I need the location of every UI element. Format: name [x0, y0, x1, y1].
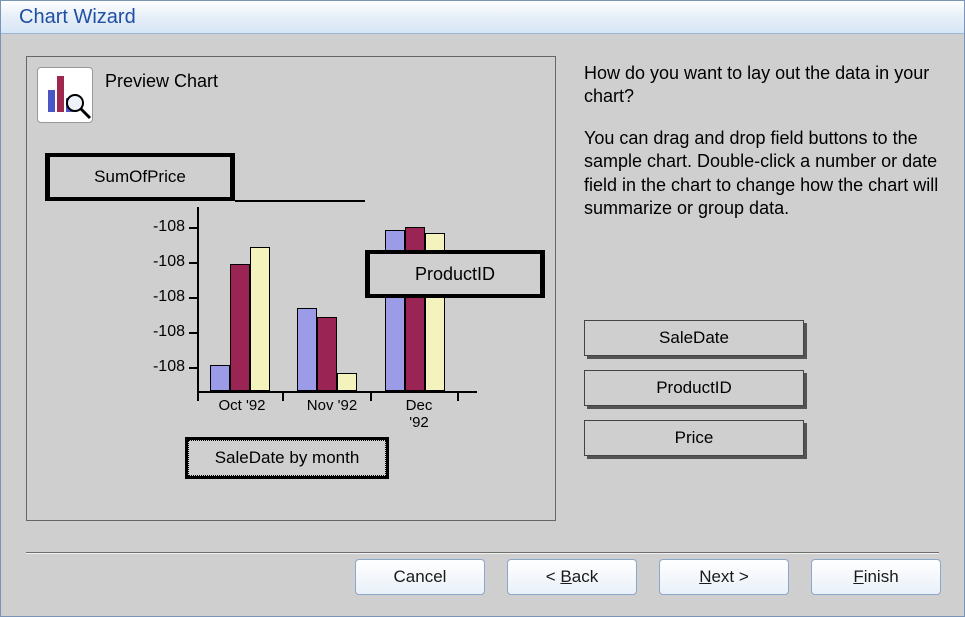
- y-axis: [197, 207, 199, 392]
- series-drop-target[interactable]: ProductID: [365, 250, 545, 298]
- titlebar: Chart Wizard: [1, 1, 964, 34]
- field-button-saledate[interactable]: SaleDate: [584, 320, 804, 356]
- instruction-heading: How do you want to lay out the data in y…: [584, 62, 944, 109]
- x-axis-field-label: SaleDate by month: [188, 440, 386, 476]
- field-button-productid[interactable]: ProductID: [584, 370, 804, 406]
- sample-chart: -108 -108 -108 -108 -108 Oct '92: [127, 207, 427, 417]
- instruction-pane: How do you want to lay out the data in y…: [584, 62, 944, 470]
- available-fields: SaleDate ProductID Price: [584, 320, 944, 456]
- y-tick-label: -108: [137, 288, 185, 306]
- x-tick-label: Oct '92: [218, 397, 265, 414]
- y-tick-label: -108: [137, 358, 185, 376]
- x-axis-drop-target[interactable]: SaleDate by month: [185, 437, 389, 479]
- bar: [230, 264, 250, 391]
- x-tick-label: Dec '92: [406, 397, 433, 431]
- bar: [250, 247, 270, 391]
- preview-title: Preview Chart: [105, 71, 218, 92]
- button-label: Cancel: [394, 567, 447, 587]
- x-tick-label: Nov '92: [307, 397, 357, 414]
- back-button[interactable]: < Back: [507, 559, 637, 595]
- window-title: Chart Wizard: [19, 6, 136, 29]
- finish-button[interactable]: Finish: [811, 559, 941, 595]
- y-tick-label: -108: [137, 218, 185, 236]
- field-button-label: Price: [675, 428, 714, 448]
- magnifier-icon: [64, 92, 92, 120]
- button-label: Next >: [699, 567, 749, 587]
- field-button-price[interactable]: Price: [584, 420, 804, 456]
- wizard-buttons: Cancel < Back Next > Finish: [2, 559, 941, 595]
- field-button-label: SaleDate: [659, 328, 729, 348]
- x-axis: [197, 391, 477, 393]
- instruction-body: You can drag and drop field buttons to t…: [584, 127, 944, 221]
- y-tick-label: -108: [137, 323, 185, 341]
- series-field-label: ProductID: [369, 253, 541, 295]
- separator: [26, 552, 939, 554]
- y-axis-drop-target[interactable]: SumOfPrice: [45, 153, 235, 201]
- button-label: < Back: [546, 567, 598, 587]
- y-token-rule: [235, 200, 365, 202]
- y-axis-field-label: SumOfPrice: [49, 156, 231, 198]
- next-button[interactable]: Next >: [659, 559, 789, 595]
- field-button-label: ProductID: [656, 378, 732, 398]
- button-label: Finish: [853, 567, 898, 587]
- bar: [210, 365, 230, 391]
- wizard-window: Chart Wizard Preview Chart SumOfPrice: [0, 0, 965, 617]
- preview-chart-icon: [37, 67, 93, 123]
- y-tick-label: -108: [137, 253, 185, 271]
- bar: [317, 317, 337, 391]
- bar: [337, 373, 357, 391]
- cancel-button[interactable]: Cancel: [355, 559, 485, 595]
- content-area: Preview Chart SumOfPrice -108 -108 -108 …: [2, 34, 963, 615]
- bar: [297, 308, 317, 391]
- preview-panel: Preview Chart SumOfPrice -108 -108 -108 …: [26, 56, 556, 521]
